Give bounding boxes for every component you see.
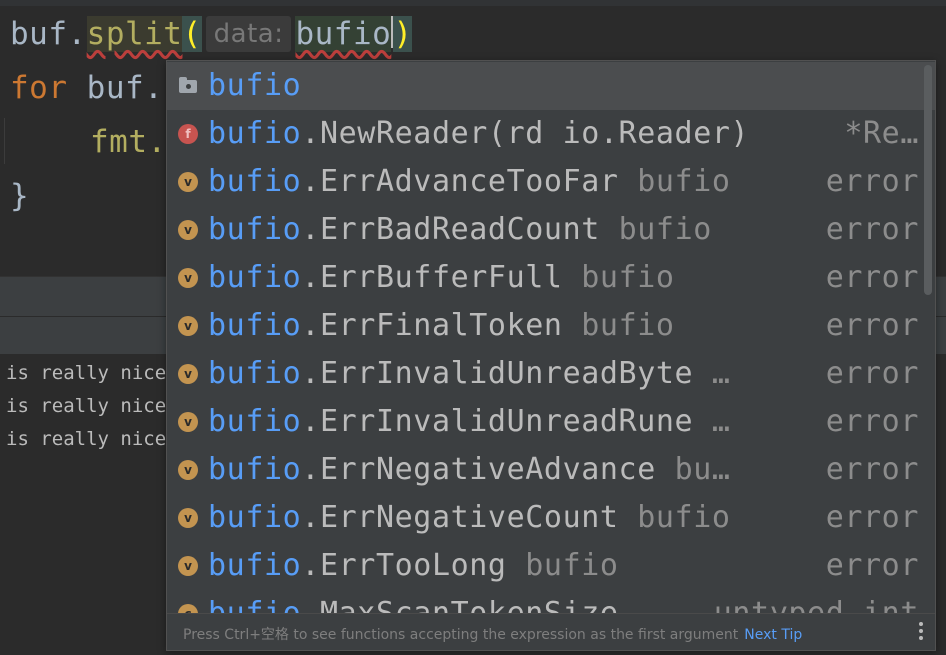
completion-item[interactable]: f bufio.NewReader(rd io.Reader) *Re…	[167, 110, 935, 158]
completion-name: .ErrAdvanceTooFar	[301, 164, 619, 199]
completion-type: error	[825, 164, 919, 199]
completion-footer: Press Ctrl+空格 to see functions accepting…	[167, 613, 935, 650]
completion-name: .ErrNegativeAdvance	[301, 452, 656, 487]
completion-item[interactable]: v bufio.ErrInvalidUnreadByte … error	[167, 350, 935, 398]
completion-item[interactable]: v bufio.ErrBadReadCount bufio error	[167, 206, 935, 254]
variable-icon: v	[178, 508, 198, 528]
completion-package: …	[711, 404, 731, 439]
indent-guide	[4, 118, 5, 164]
code-text: fmt.	[90, 124, 167, 160]
open-paren: (	[182, 16, 202, 52]
completion-package: bufio	[637, 500, 731, 535]
completion-name: .ErrInvalidUnreadRune	[301, 404, 694, 439]
match-prefix: bufio	[208, 164, 302, 199]
close-paren: )	[393, 16, 413, 52]
package-icon	[178, 76, 198, 96]
completion-name: .ErrBufferFull	[301, 260, 563, 295]
completion-type: error	[825, 404, 919, 439]
match-prefix: bufio	[208, 68, 302, 103]
typed-text: bufio	[295, 16, 392, 52]
match-prefix: bufio	[208, 212, 302, 247]
variable-icon: v	[178, 412, 198, 432]
match-prefix: bufio	[208, 116, 302, 151]
variable-icon: v	[178, 364, 198, 384]
completion-package: bu…	[674, 452, 731, 487]
completion-item[interactable]: v bufio.ErrInvalidUnreadRune … error	[167, 398, 935, 446]
completion-type: *Re…	[844, 116, 919, 151]
completion-item[interactable]: bufio	[167, 62, 935, 110]
variable-icon: v	[178, 172, 198, 192]
match-prefix: bufio	[208, 404, 302, 439]
completion-package: bufio	[581, 260, 675, 295]
method-name: split	[86, 16, 183, 52]
completion-name: .ErrBadReadCount	[301, 212, 600, 247]
completion-name: .ErrNegativeCount	[301, 500, 619, 535]
match-prefix: bufio	[208, 308, 302, 343]
editor-top-strip	[0, 0, 946, 6]
completion-type: error	[825, 212, 919, 247]
closing-brace: }	[10, 178, 30, 214]
completion-item[interactable]: v bufio.ErrFinalToken bufio error	[167, 302, 935, 350]
for-keyword: for	[10, 70, 68, 106]
more-options-icon[interactable]	[919, 622, 923, 643]
variable-icon: v	[178, 220, 198, 240]
completion-item[interactable]: v bufio.ErrNegativeAdvance bu… error	[167, 446, 935, 494]
match-prefix: bufio	[208, 452, 302, 487]
receiver-text: buf.	[10, 16, 87, 52]
console-line: is really nice	[6, 428, 167, 450]
variable-icon: v	[178, 460, 198, 480]
code-line-2[interactable]: for buf.	[10, 68, 163, 108]
completion-package: …	[711, 356, 731, 391]
completion-item[interactable]: v bufio.ErrNegativeCount bufio error	[167, 494, 935, 542]
code-text: buf.	[67, 70, 164, 106]
completion-item[interactable]: v bufio.ErrTooLong bufio error	[167, 542, 935, 590]
completion-item[interactable]: v bufio.ErrAdvanceTooFar bufio error	[167, 158, 935, 206]
completion-name: .ErrTooLong	[301, 548, 507, 583]
completion-package: bufio	[637, 164, 731, 199]
parameter-hint: data:	[205, 16, 292, 52]
completion-type: error	[825, 452, 919, 487]
code-line-1[interactable]: buf.split(data: bufio)	[10, 14, 413, 54]
completion-type: error	[825, 500, 919, 535]
variable-icon: v	[178, 556, 198, 576]
variable-icon: v	[178, 316, 198, 336]
constant-icon: c	[178, 604, 198, 613]
function-icon: f	[178, 124, 198, 144]
completion-name: .ErrInvalidUnreadByte	[301, 356, 694, 391]
completion-type: untyped int	[714, 593, 919, 613]
completion-package: bufio	[525, 548, 619, 583]
console-line: is really nice	[6, 362, 167, 384]
completion-package: bufio	[581, 308, 675, 343]
code-line-3[interactable]: fmt.	[90, 122, 167, 162]
match-prefix: bufio	[208, 260, 302, 295]
match-prefix: bufio	[208, 548, 302, 583]
next-tip-link[interactable]: Next Tip	[744, 627, 802, 643]
completion-scrollbar[interactable]	[924, 65, 932, 295]
completion-package: bufio	[618, 212, 712, 247]
completion-name: .NewReader(rd io.Reader)	[301, 116, 750, 151]
completion-item[interactable]: c bufio.MaxScanTokenSize untyped int	[167, 590, 935, 613]
completion-name: .MaxScanTokenSize	[301, 596, 618, 613]
match-prefix: bufio	[208, 356, 302, 391]
completion-popup[interactable]: bufio f bufio.NewReader(rd io.Reader) *R…	[166, 60, 936, 651]
completion-type: error	[825, 548, 919, 583]
match-prefix: bufio	[208, 596, 301, 613]
match-prefix: bufio	[208, 500, 302, 535]
completion-type: error	[825, 356, 919, 391]
completion-type: error	[825, 260, 919, 295]
completion-list[interactable]: bufio f bufio.NewReader(rd io.Reader) *R…	[167, 61, 935, 613]
completion-item[interactable]: v bufio.ErrBufferFull bufio error	[167, 254, 935, 302]
footer-tip-text: Press Ctrl+空格 to see functions accepting…	[183, 627, 739, 643]
completion-name: .ErrFinalToken	[301, 308, 563, 343]
code-line-4[interactable]: }	[10, 176, 29, 216]
console-line: is really nice	[6, 395, 167, 417]
completion-type: error	[825, 308, 919, 343]
variable-icon: v	[178, 268, 198, 288]
